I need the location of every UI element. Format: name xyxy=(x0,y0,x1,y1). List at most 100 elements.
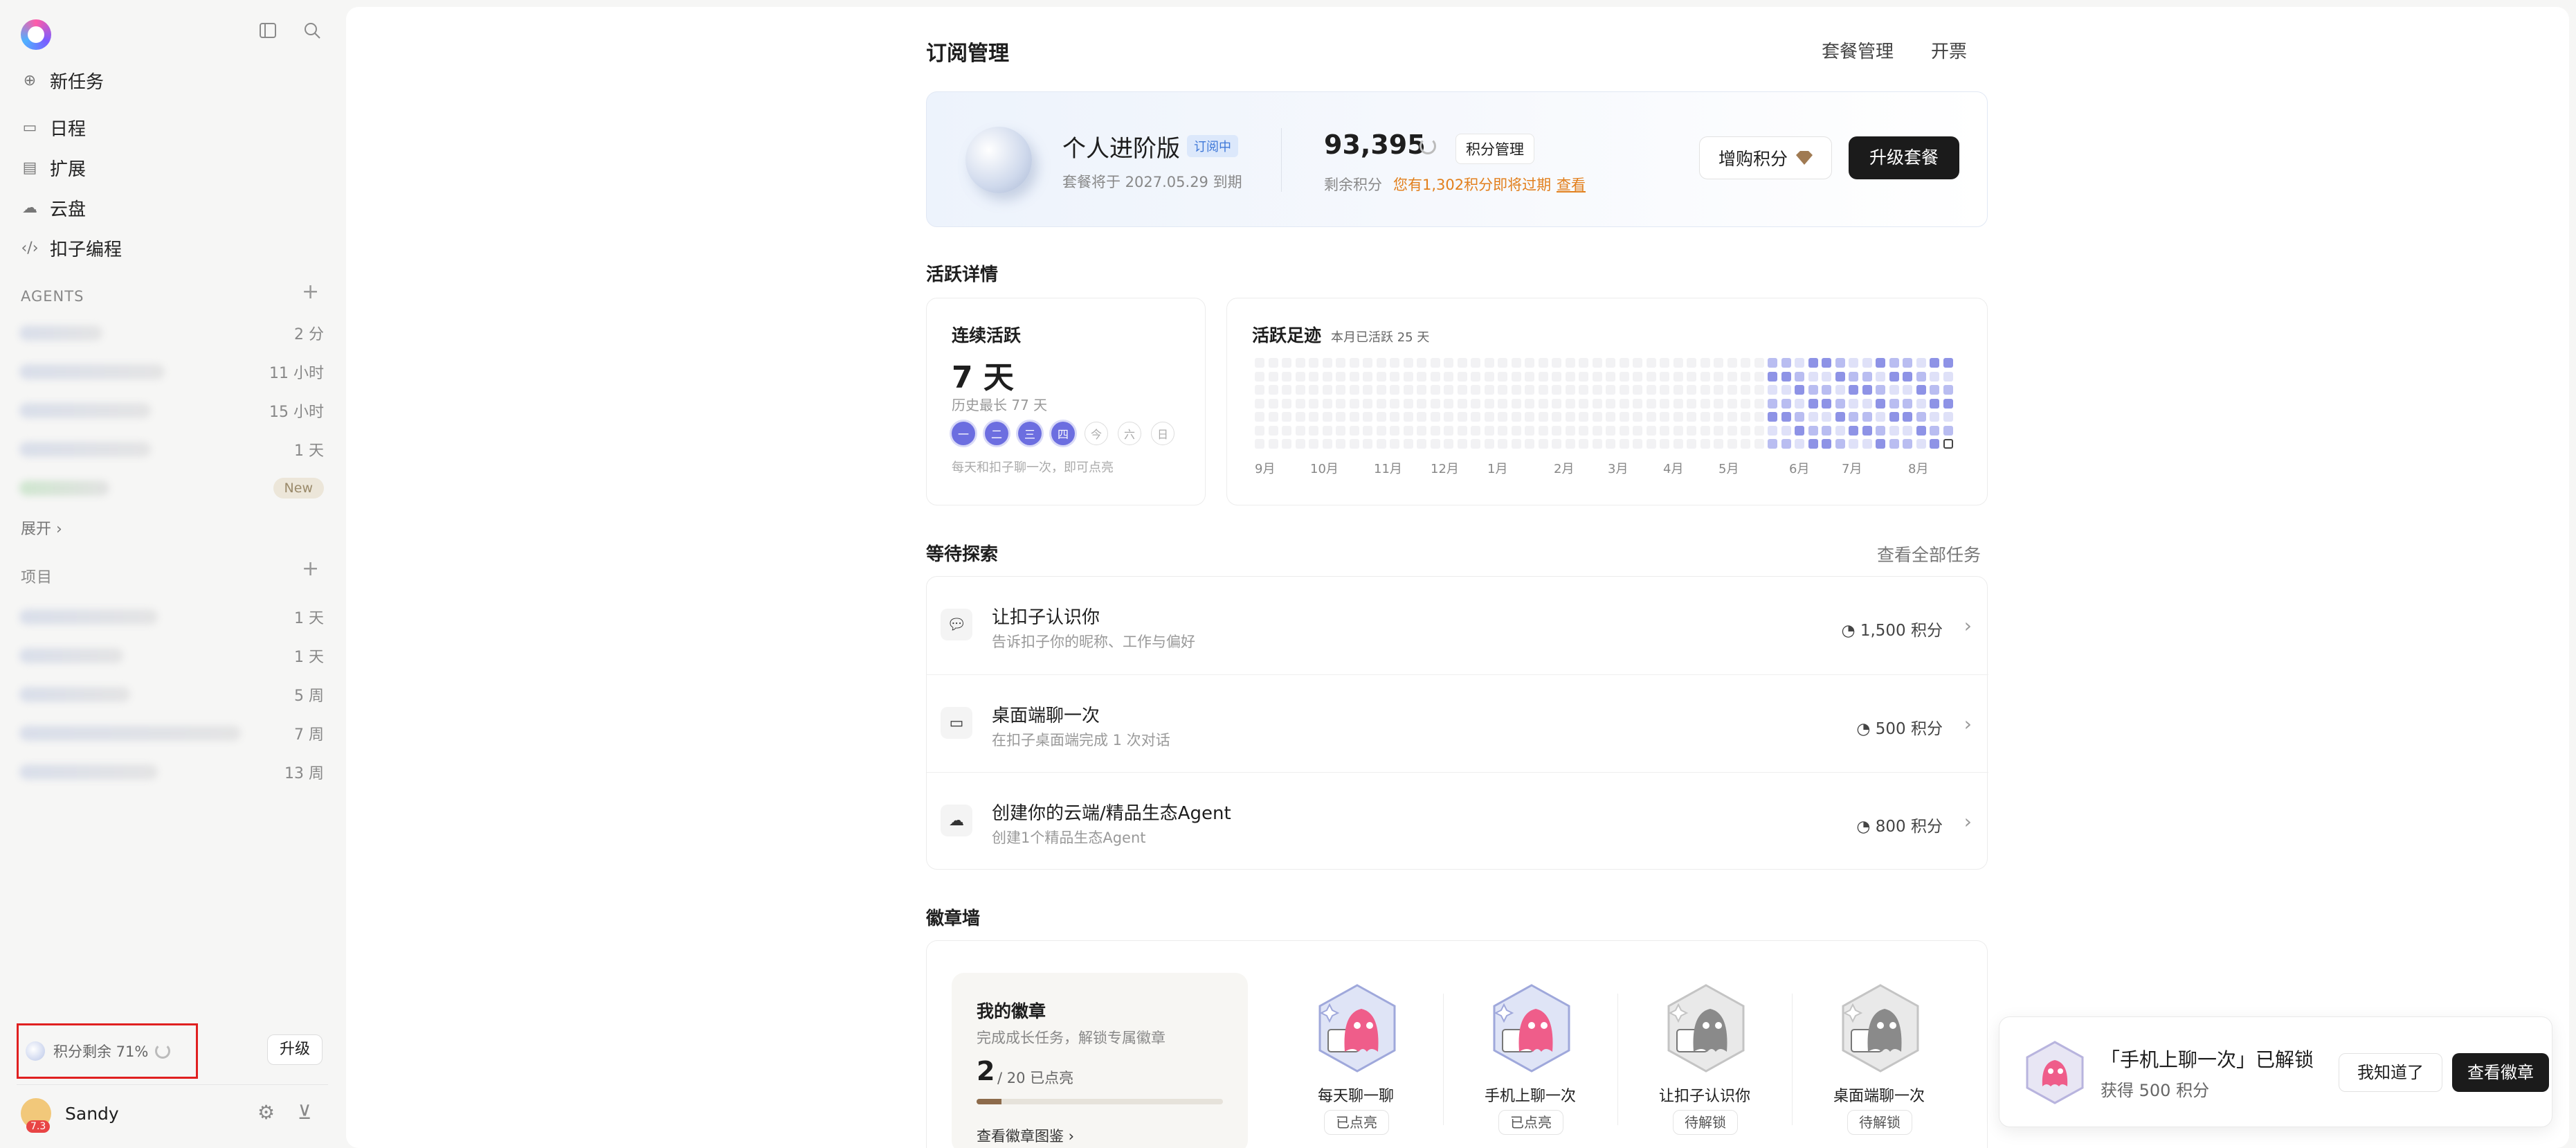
heatmap-cell xyxy=(1498,385,1507,395)
nav-extensions[interactable]: ▤ 扩展 xyxy=(21,154,86,181)
nav-label: 日程 xyxy=(50,118,87,140)
heatmap-cell xyxy=(1633,412,1642,422)
credits-management-button[interactable]: 积分管理 xyxy=(1455,134,1534,164)
heatmap-cell xyxy=(1619,385,1629,395)
view-all-tasks-link[interactable]: 查看全部任务 xyxy=(1877,541,1981,566)
heatmap-cell xyxy=(1484,412,1494,422)
heatmap-cell xyxy=(1633,439,1642,449)
project-item[interactable]: 1 天 xyxy=(19,644,324,667)
heatmap-cell xyxy=(1538,398,1548,409)
level-badge: 7.3 xyxy=(26,1120,51,1133)
heatmap-cell xyxy=(1309,385,1318,395)
upgrade-plan-button[interactable]: 升级套餐 xyxy=(1849,136,1959,179)
gem-icon xyxy=(1796,151,1813,165)
nav-new-task[interactable]: ⊕ 新任务 xyxy=(21,66,104,94)
heatmap-cell xyxy=(1349,439,1359,449)
heatmap-cell xyxy=(1795,439,1804,449)
credits-remaining-indicator[interactable]: 积分剩余 71% xyxy=(17,1023,198,1079)
heatmap-cell xyxy=(1255,385,1264,395)
agent-item[interactable]: New xyxy=(19,476,324,500)
invoice-link[interactable]: 开票 xyxy=(1931,37,1967,63)
agent-item[interactable]: 11 小时 xyxy=(19,360,324,384)
app-logo[interactable] xyxy=(21,19,51,50)
view-expiring-link[interactable]: 查看 xyxy=(1557,174,1586,195)
heatmap-cell xyxy=(1322,385,1332,395)
divider xyxy=(1281,128,1282,192)
heatmap-cell xyxy=(1255,412,1264,422)
heatmap-cell xyxy=(1511,439,1521,449)
task-row[interactable]: ☁ 创建你的云端/精品生态Agent 创建1个精品生态Agent ◔ 800 积… xyxy=(927,772,1988,869)
nav-coze-coding[interactable]: ‹/› 扣子编程 xyxy=(21,234,122,262)
got-it-button[interactable]: 我知道了 xyxy=(2339,1053,2442,1092)
weekday-dot: 六 xyxy=(1118,422,1141,445)
heatmap-cell xyxy=(1849,398,1858,409)
heatmap-cell xyxy=(1876,412,1885,422)
nav-label: 新任务 xyxy=(50,71,105,93)
heatmap-cell xyxy=(1741,412,1750,422)
heatmap-cell xyxy=(1444,358,1453,368)
heatmap-cell xyxy=(1822,385,1831,395)
heatmap-cell xyxy=(1403,425,1413,436)
sidebar-upgrade-button[interactable]: 升级 xyxy=(267,1034,323,1065)
heatmap-cell xyxy=(1268,398,1278,409)
heatmap-cell xyxy=(1282,412,1291,422)
project-item[interactable]: 1 天 xyxy=(19,605,324,629)
heatmap-cell xyxy=(1538,385,1548,395)
divider xyxy=(1443,994,1444,1125)
collapse-sidebar-icon[interactable] xyxy=(256,21,280,44)
heatmap-cell xyxy=(1363,385,1372,395)
heatmap-cell xyxy=(1282,425,1291,436)
plan-management-link[interactable]: 套餐管理 xyxy=(1822,37,1894,63)
nav-schedule[interactable]: ▭ 日程 xyxy=(21,114,86,141)
heatmap-cell xyxy=(1484,439,1494,449)
heatmap-cell xyxy=(1795,425,1804,436)
heatmap-cell xyxy=(1700,439,1710,449)
heatmap-cell xyxy=(1646,412,1656,422)
weekday-dot: 二 xyxy=(985,422,1008,445)
user-profile[interactable]: 7.3 Sandy xyxy=(21,1098,119,1133)
heatmap-cell xyxy=(1322,398,1332,409)
heatmap-cell xyxy=(1714,398,1723,409)
settings-gear-icon[interactable]: ⚙ xyxy=(257,1101,275,1124)
heatmap-cell xyxy=(1835,412,1845,422)
heatmap-month-label: 9月 xyxy=(1255,462,1276,476)
heatmap-cell xyxy=(1444,412,1453,422)
agent-item[interactable]: 2 分 xyxy=(19,321,324,345)
heatmap-cell xyxy=(1268,425,1278,436)
heatmap-cell xyxy=(1430,385,1440,395)
search-icon[interactable] xyxy=(300,21,324,44)
heatmap-cell xyxy=(1295,425,1305,436)
view-badge-button[interactable]: 查看徽章 xyxy=(2452,1053,2549,1092)
heatmap-cell xyxy=(1417,439,1426,449)
heatmap-cell xyxy=(1727,398,1737,409)
badge-catalog-link[interactable]: 查看徽章图鉴 › xyxy=(977,1125,1074,1146)
download-icon[interactable]: ⊻ xyxy=(298,1101,312,1124)
heatmap-cell xyxy=(1862,358,1872,368)
project-item[interactable]: 5 周 xyxy=(19,683,324,706)
heatmap-cell xyxy=(1484,358,1494,368)
heatmap-cell xyxy=(1687,412,1696,422)
buy-credits-button[interactable]: 增购积分 xyxy=(1699,136,1832,179)
task-row[interactable]: ▭ 桌面端聊一次 在扣子桌面端完成 1 次对话 ◔ 500 积分 › xyxy=(927,674,1988,771)
task-row[interactable]: 💬︎ 让扣子认识你 告诉扣子你的昵称、工作与偏好 ◔ 1,500 积分 › xyxy=(927,577,1988,674)
task-list: 💬︎ 让扣子认识你 告诉扣子你的昵称、工作与偏好 ◔ 1,500 积分 › ▭ … xyxy=(926,576,1988,870)
heatmap-cell xyxy=(1943,398,1953,409)
nav-cloud-drive[interactable]: ☁ 云盘 xyxy=(21,194,86,222)
heatmap-month-label: 12月 xyxy=(1431,462,1459,476)
heatmap-cell xyxy=(1633,371,1642,382)
badge-unlocked-toast: 「手机上聊一次」已解锁 获得 500 积分 我知道了 查看徽章 xyxy=(1999,1016,2552,1127)
heatmap-cell xyxy=(1849,371,1858,382)
heatmap-cell xyxy=(1781,425,1791,436)
heatmap-cell xyxy=(1363,425,1372,436)
heatmap-cell xyxy=(1471,398,1480,409)
heatmap-cell xyxy=(1673,385,1683,395)
agent-item[interactable]: 1 天 xyxy=(19,438,324,461)
agent-item[interactable]: 15 小时 xyxy=(19,399,324,422)
heatmap-cell xyxy=(1565,358,1575,368)
heatmap-cell xyxy=(1322,358,1332,368)
project-item[interactable]: 13 周 xyxy=(19,760,324,784)
project-item[interactable]: 7 周 xyxy=(19,721,324,745)
expand-agents-link[interactable]: 展开 › xyxy=(21,517,62,539)
add-agent-icon[interactable]: + xyxy=(302,280,319,304)
add-project-icon[interactable]: + xyxy=(302,557,319,581)
